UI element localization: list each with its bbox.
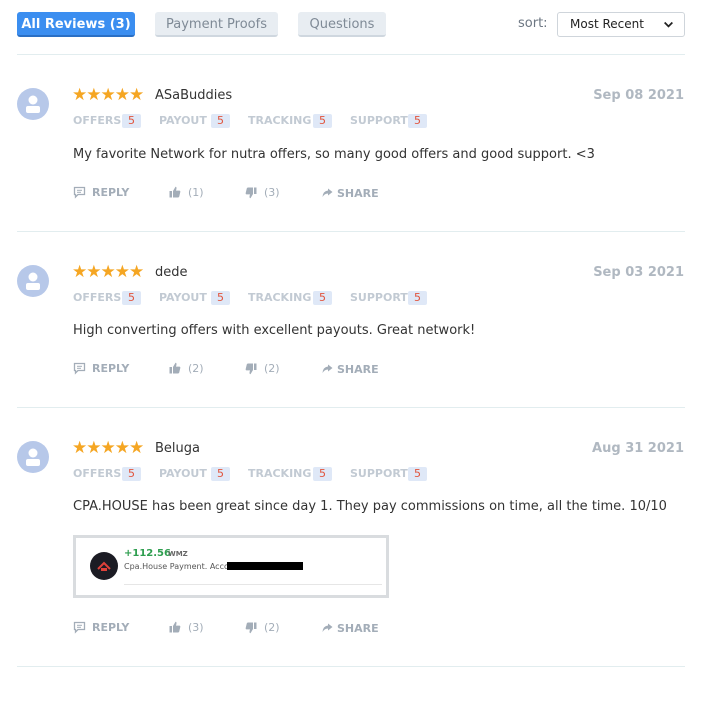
offers-score: 5	[122, 114, 141, 128]
payout-score: 5	[211, 291, 230, 305]
reply-button[interactable]: REPLY	[92, 186, 129, 199]
proof-divider	[124, 584, 382, 585]
payout-label: PAYOUT	[159, 467, 207, 480]
user-avatar-icon	[17, 88, 49, 120]
dislike-count: (2)	[264, 362, 280, 375]
dislike-count: (3)	[264, 186, 280, 199]
thumbs-down-icon[interactable]	[245, 622, 257, 634]
offers-score: 5	[122, 467, 141, 481]
like-count: (1)	[188, 186, 204, 199]
like-count: (2)	[188, 362, 204, 375]
share-arrow-icon	[322, 364, 333, 373]
like-count: (3)	[188, 621, 204, 634]
payout-score: 5	[211, 467, 230, 481]
sort-select[interactable]: Most Recent	[557, 12, 685, 37]
user-avatar-icon	[17, 265, 49, 297]
user-avatar-icon	[17, 441, 49, 473]
reply-icon	[73, 186, 86, 199]
tracking-score: 5	[313, 467, 332, 481]
tracking-label: TRACKING	[248, 467, 312, 480]
review-username: Beluga	[155, 441, 200, 456]
sort-value: Most Recent	[570, 17, 644, 31]
review-text: High converting offers with excellent pa…	[73, 323, 476, 338]
sort-label: sort:	[518, 16, 548, 31]
star-rating: ★★★★★	[72, 262, 144, 282]
thumbs-up-icon[interactable]	[169, 621, 181, 633]
review-text: My favorite Network for nutra offers, so…	[73, 147, 595, 162]
share-button[interactable]: SHARE	[337, 187, 379, 200]
proof-amount: +112.56	[124, 548, 171, 559]
tracking-score: 5	[313, 291, 332, 305]
review-username: ASaBuddies	[155, 88, 233, 103]
tracking-label: TRACKING	[248, 114, 312, 127]
thumbs-up-icon[interactable]	[169, 186, 181, 198]
reply-icon	[73, 621, 86, 634]
review-toolbar: All Reviews (3) Payment Proofs Questions…	[0, 0, 710, 54]
offers-label: OFFERS	[73, 114, 122, 127]
tab-all-reviews[interactable]: All Reviews (3)	[17, 12, 135, 37]
star-rating: ★★★★★	[72, 85, 144, 105]
divider	[17, 666, 685, 667]
support-score: 5	[408, 291, 427, 305]
share-button[interactable]: SHARE	[337, 363, 379, 376]
support-label: SUPPORT	[350, 114, 408, 127]
reply-icon	[73, 362, 86, 375]
review-username: dede	[155, 265, 188, 280]
star-rating: ★★★★★	[72, 438, 144, 458]
support-score: 5	[408, 467, 427, 481]
share-arrow-icon	[322, 623, 333, 632]
divider	[17, 407, 685, 408]
share-button[interactable]: SHARE	[337, 622, 379, 635]
support-label: SUPPORT	[350, 467, 408, 480]
review-date: Sep 08 2021	[593, 88, 684, 103]
offers-label: OFFERS	[73, 467, 122, 480]
payout-label: PAYOUT	[159, 114, 207, 127]
review-date: Sep 03 2021	[593, 265, 684, 280]
review-text: CPA.HOUSE has been great since day 1. Th…	[73, 499, 667, 514]
support-score: 5	[408, 114, 427, 128]
review-date: Aug 31 2021	[592, 441, 684, 456]
divider	[17, 54, 685, 55]
tab-payment-proofs[interactable]: Payment Proofs	[155, 12, 278, 37]
reply-button[interactable]: REPLY	[92, 621, 129, 634]
payout-label: PAYOUT	[159, 291, 207, 304]
reply-button[interactable]: REPLY	[92, 362, 129, 375]
thumbs-down-icon[interactable]	[245, 363, 257, 375]
payout-score: 5	[211, 114, 230, 128]
thumbs-down-icon[interactable]	[245, 187, 257, 199]
redacted-account	[227, 562, 303, 570]
offers-score: 5	[122, 291, 141, 305]
offers-label: OFFERS	[73, 291, 122, 304]
proof-currency: WMZ	[168, 550, 188, 558]
tracking-score: 5	[313, 114, 332, 128]
dislike-count: (2)	[264, 621, 280, 634]
proof-description: Cpa.House Payment. Account	[124, 562, 243, 571]
support-label: SUPPORT	[350, 291, 408, 304]
divider	[17, 231, 685, 232]
payment-proof-image[interactable]: +112.56 WMZ Cpa.House Payment. Account	[73, 535, 389, 598]
chevron-down-icon	[664, 21, 673, 28]
cpa-house-logo-icon	[90, 552, 118, 580]
thumbs-up-icon[interactable]	[169, 362, 181, 374]
tab-questions[interactable]: Questions	[298, 12, 386, 37]
share-arrow-icon	[322, 188, 333, 197]
tracking-label: TRACKING	[248, 291, 312, 304]
